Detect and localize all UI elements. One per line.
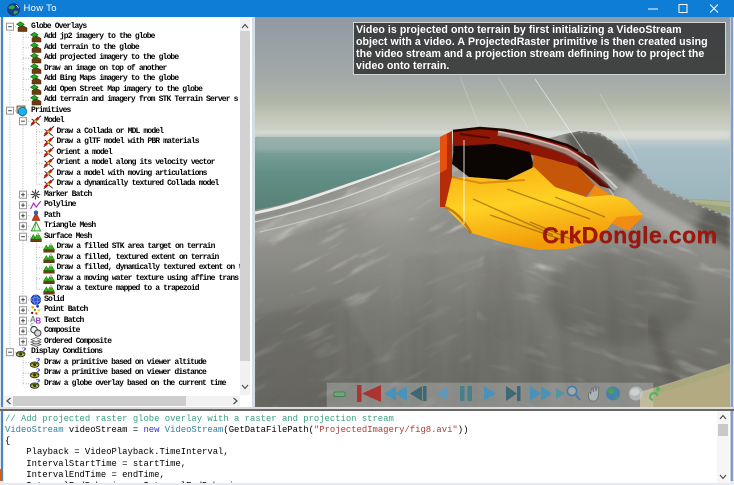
svg-text:B: B [35,317,41,326]
